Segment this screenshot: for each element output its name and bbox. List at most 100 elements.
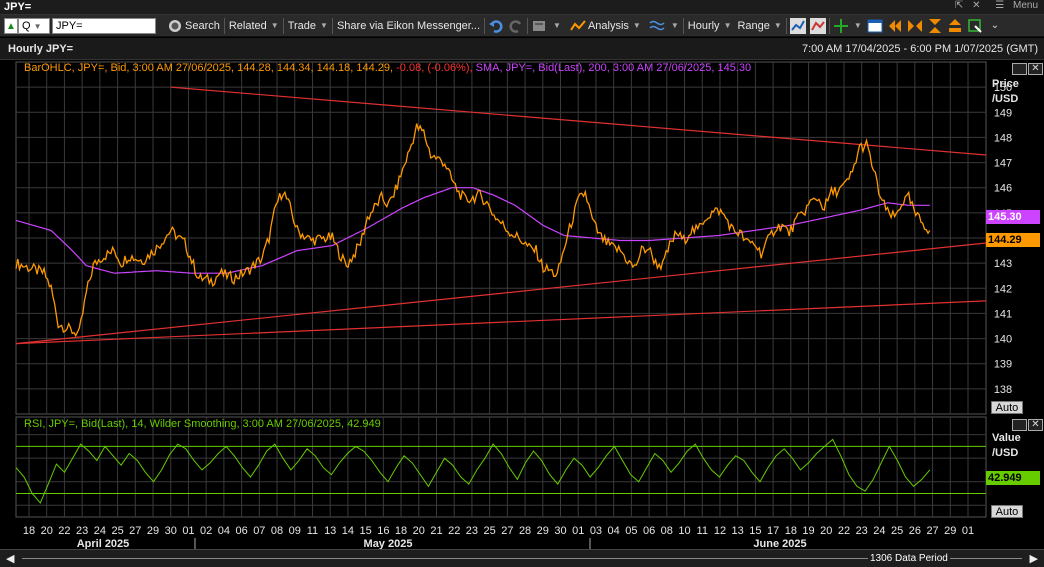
scroll-right-icon[interactable]: ▶	[1030, 552, 1038, 565]
menu-button[interactable]: ☰ Menu	[989, 0, 1038, 11]
toolbar-divider	[223, 17, 225, 34]
chart-title: Hourly JPY=	[8, 43, 74, 55]
zoom-vertical-icon[interactable]	[927, 18, 943, 34]
x-tick-label: 27	[926, 525, 938, 537]
x-month-label: June 2025	[753, 538, 806, 549]
crosshair-icon[interactable]	[833, 18, 849, 34]
rsi-value-tag: 42.949	[986, 471, 1040, 485]
x-tick-label: 06	[643, 525, 655, 537]
chart-header: Hourly JPY= 7:00 AM 17/04/2025 - 6:00 PM…	[0, 38, 1044, 60]
ric-type-select[interactable]: Q ▼	[18, 17, 50, 34]
undo-icon[interactable]	[488, 18, 504, 34]
search-button[interactable]: Search	[162, 15, 223, 37]
line-chart-icon[interactable]	[789, 17, 806, 34]
rsi-legend: RSI, JPY=, Bid(Last), 14, Wilder Smoothi…	[24, 418, 381, 430]
indicator-menu[interactable]: ▼	[644, 15, 682, 37]
toolbar-divider	[682, 17, 684, 34]
close-rsi-icon[interactable]: ✕	[1028, 419, 1043, 431]
pin-icon[interactable]: ⇱	[955, 0, 963, 11]
ric-input[interactable]: JPY=	[52, 17, 156, 34]
x-tick-label: 24	[873, 525, 885, 537]
x-tick-label: 21	[430, 525, 442, 537]
toolbar: ▲ Q ▼ JPY= Search Related ▼ Trade ▼ Share …	[0, 15, 1044, 37]
related-menu[interactable]: Related ▼	[226, 15, 282, 37]
x-tick-label: 12	[714, 525, 726, 537]
window-title: JPY=	[4, 1, 32, 13]
x-tick-label: 08	[271, 525, 283, 537]
x-tick-label: 01	[572, 525, 584, 537]
y-tick-label: 140	[994, 334, 1012, 346]
trendlines	[15, 86, 987, 345]
x-tick-label: 06	[235, 525, 247, 537]
close-panel-icon[interactable]: ✕	[1028, 63, 1043, 75]
x-tick-label: 27	[501, 525, 513, 537]
x-tick-label: 23	[76, 525, 88, 537]
x-tick-label: 25	[484, 525, 496, 537]
x-tick-label: 13	[732, 525, 744, 537]
close-icon[interactable]: ✕	[972, 0, 980, 11]
price-axis-title-1: Price	[992, 78, 1019, 90]
rsi-auto-scale-button[interactable]: Auto	[991, 505, 1023, 518]
price-legend: BarOHLC, JPY=, Bid, 3:00 AM 27/06/2025, …	[24, 62, 751, 74]
x-tick-label: 24	[94, 525, 106, 537]
window-icon[interactable]	[867, 18, 883, 34]
maximize-rsi-button[interactable]	[1012, 419, 1027, 431]
y-tick-label: 147	[994, 158, 1012, 170]
chevron-down-icon[interactable]: ▼	[553, 21, 561, 30]
x-tick-label: 20	[820, 525, 832, 537]
x-tick-label: 04	[608, 525, 620, 537]
zoom-horizontal-icon[interactable]	[907, 18, 923, 34]
fit-icon[interactable]	[947, 18, 963, 34]
window-titlebar: JPY= ⇱ ✕ ☰ Menu	[0, 0, 1044, 15]
scroll-left-icon[interactable]	[887, 18, 903, 34]
x-tick-label: 18	[395, 525, 407, 537]
toolbar-divider	[282, 17, 284, 34]
interval-menu[interactable]: Hourly ▼	[685, 15, 735, 37]
share-messenger-button[interactable]: Share via Eikon Messenger...	[334, 15, 483, 37]
x-tick-label: 25	[111, 525, 123, 537]
scroll-left-icon[interactable]: ◀	[6, 552, 14, 565]
interval-label: Hourly	[687, 19, 720, 32]
analysis-icon	[570, 19, 586, 31]
wave-icon	[649, 20, 665, 30]
x-month-label: April 2025	[77, 538, 130, 549]
sma-legend: SMA, JPY=, Bid(Last), 200, 3:00 AM 27/06…	[475, 62, 752, 74]
toolbar-divider	[828, 17, 830, 34]
x-tick-label: 01	[182, 525, 194, 537]
x-tick-label: 22	[58, 525, 70, 537]
x-tick-label: 18	[785, 525, 797, 537]
price-axis-title-2: /USD	[992, 93, 1019, 105]
analysis-menu[interactable]: Analysis ▼	[565, 15, 644, 37]
price-auto-scale-button[interactable]: Auto	[991, 401, 1023, 414]
ric-input-value: JPY=	[56, 19, 83, 32]
price-axis-title: Price /USD	[992, 77, 1019, 107]
more-chevron-icon[interactable]: ⌄	[991, 20, 999, 31]
x-tick-label: 29	[944, 525, 956, 537]
range-menu[interactable]: Range ▼	[734, 15, 784, 37]
redo-icon[interactable]	[508, 18, 524, 34]
chart-canvas[interactable]: 138139140141142143144145146147148149150 …	[0, 60, 1044, 549]
chevron-down-icon: ▼	[723, 21, 732, 30]
template-icon[interactable]	[531, 18, 547, 34]
x-tick-label: 30	[554, 525, 566, 537]
x-tick-label: 30	[165, 525, 177, 537]
x-tick-label: 07	[253, 525, 265, 537]
range-label: Range	[737, 19, 770, 32]
y-tick-label: 141	[994, 308, 1012, 320]
date-range: 7:00 AM 17/04/2025 - 6:00 PM 1/07/2025 (…	[801, 43, 1038, 55]
toolbar-divider	[484, 17, 486, 34]
time-scrollbar[interactable]: ◀ 1306 Data Period ▶	[0, 549, 1044, 567]
share-label: Share via Eikon Messenger...	[336, 19, 481, 32]
trade-menu[interactable]: Trade ▼	[285, 15, 331, 37]
rsi-axis-title-1: Value	[992, 432, 1021, 444]
x-tick-label: 20	[41, 525, 53, 537]
chevron-down-icon[interactable]: ▼	[854, 21, 862, 30]
rsi-axis-title: Value /USD	[992, 431, 1021, 461]
ric-box: ▲ Q ▼ JPY=	[4, 17, 156, 34]
toolbar-divider	[785, 17, 787, 34]
x-tick-label: 13	[324, 525, 336, 537]
maximize-panel-button[interactable]	[1012, 63, 1027, 75]
select-icon[interactable]	[967, 18, 983, 34]
compare-chart-icon[interactable]	[809, 17, 826, 34]
x-tick-label: 20	[413, 525, 425, 537]
